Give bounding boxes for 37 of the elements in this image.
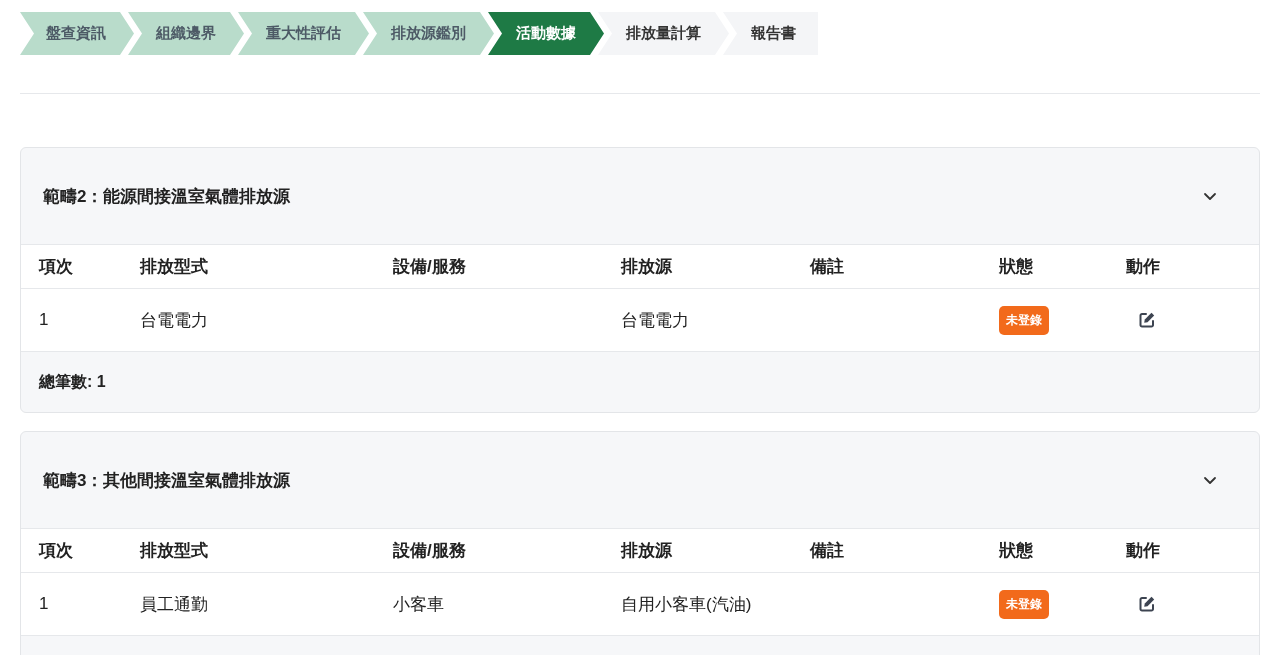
step-tab[interactable]: 排放量計算 [598,12,729,55]
column-header: 動作 [1126,256,1161,278]
status-badge: 未登錄 [999,305,1049,335]
status-badge: 未登錄 [999,589,1049,619]
column-header: 排放型式 [140,540,209,562]
chevron-icon[interactable] [1203,475,1217,485]
edit-icon[interactable] [1138,595,1156,613]
table-cell: 1 [39,310,49,329]
total-count: 總筆數: 1 [39,371,106,392]
table-cell: 小客車 [393,594,444,614]
step-tab[interactable]: 報告書 [723,12,818,55]
column-header: 項次 [39,256,74,278]
column-header: 排放型式 [140,256,209,278]
step-tab[interactable]: 活動數據 [488,12,604,55]
table-cell: 員工通勤 [140,594,208,614]
step-tab[interactable]: 重大性評估 [238,12,369,55]
column-header: 設備/服務 [393,540,467,562]
edit-icon[interactable] [1138,311,1156,329]
step-tab[interactable]: 盤查資訊 [20,12,134,55]
column-header: 項次 [39,540,74,562]
step-tab[interactable]: 組織邊界 [128,12,244,55]
column-header: 設備/服務 [393,256,467,278]
column-header: 狀態 [999,256,1034,278]
column-header: 備註 [810,256,845,278]
section-title: 範疇2：能源間接溫室氣體排放源 [43,185,291,208]
column-header: 備註 [810,540,845,562]
chevron-icon[interactable] [1203,191,1217,201]
column-header: 動作 [1126,540,1161,562]
column-header: 排放源 [621,540,673,562]
section-title: 範疇3：其他間接溫室氣體排放源 [43,469,291,492]
table-cell: 台電電力 [621,310,689,330]
table-cell: 1 [39,594,49,613]
table-cell: 自用小客車(汽油) [621,594,752,614]
table-cell: 台電電力 [140,310,208,330]
column-header: 狀態 [999,540,1034,562]
column-header: 排放源 [621,256,673,278]
step-tab[interactable]: 排放源鑑別 [363,12,494,55]
